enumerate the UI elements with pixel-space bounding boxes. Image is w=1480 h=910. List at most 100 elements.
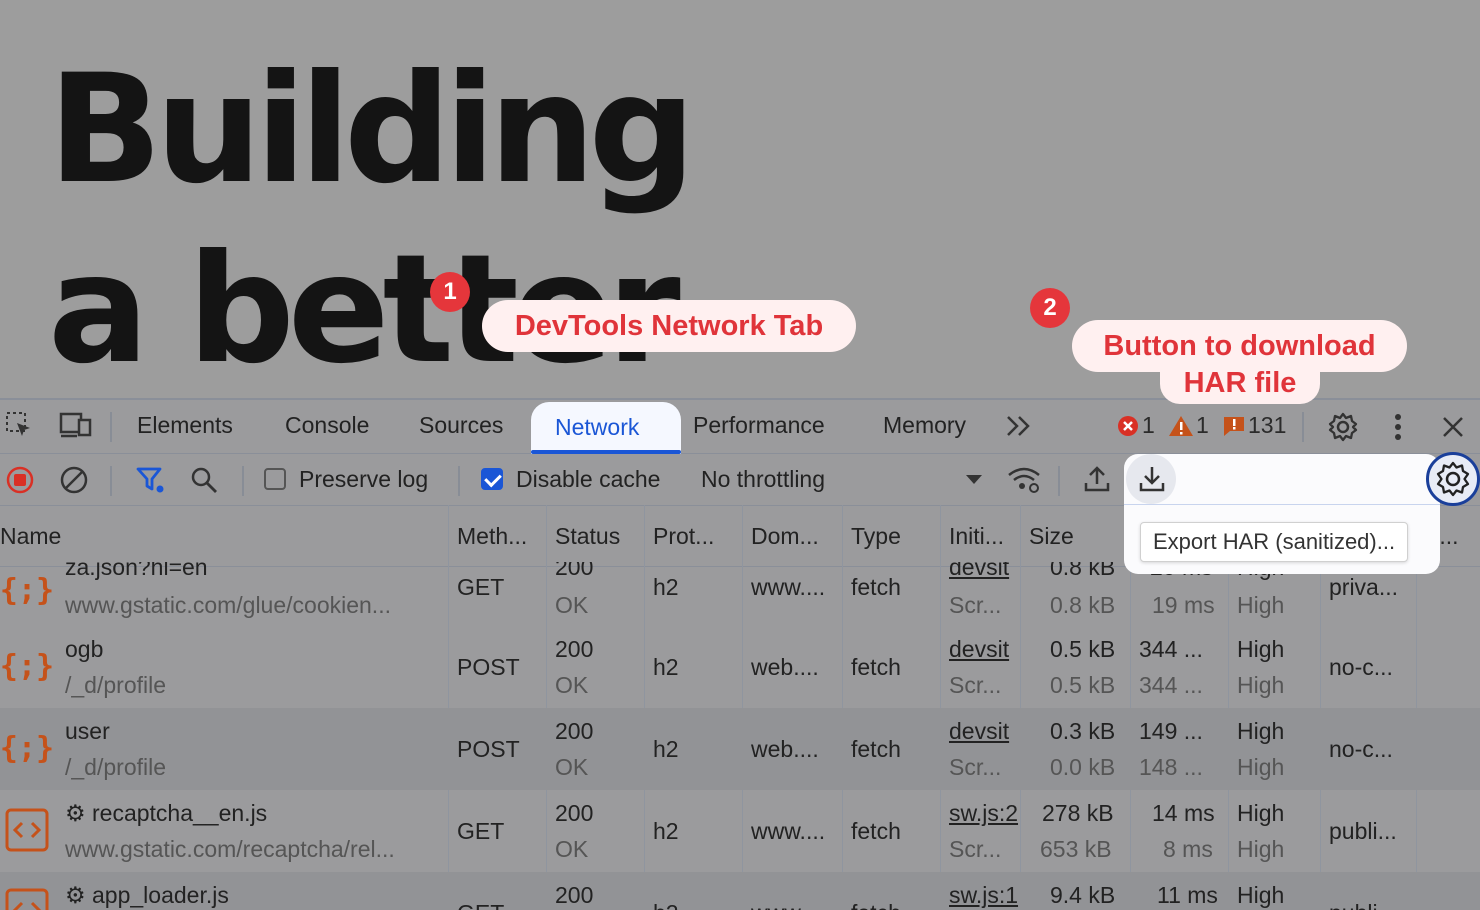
column-header-method[interactable]: Meth... [457,523,527,550]
column-header-domain[interactable]: Dom... [751,523,819,550]
tab-elements[interactable]: Elements [137,412,233,439]
request-time: 344 ... [1139,636,1203,662]
request-path: www.gstatic.com/glue/cookien... [65,592,391,618]
highlight-grid-line [1124,504,1440,505]
tab-console[interactable]: Console [285,412,369,439]
request-method: GET [457,574,505,600]
record-stop-icon[interactable] [4,464,36,496]
table-row[interactable]: ⚙ app_loader.js GET 200 h2 www.... fetch… [0,872,1480,910]
request-size: 0.8 kB [1050,562,1116,580]
request-priority-initial: High [1237,672,1285,698]
request-domain: www.... [751,900,825,910]
import-har-upload-icon[interactable] [1080,462,1114,496]
tab-memory[interactable]: Memory [883,412,966,439]
request-time-latency: 148 ... [1139,754,1203,780]
devtools-tab-bar: Elements Console Sources Network Perform… [0,400,1480,454]
column-header-name[interactable]: Name [0,523,61,550]
request-protocol: h2 [653,736,679,762]
request-protocol: h2 [653,654,679,680]
request-method: GET [457,900,504,910]
request-size: 0.5 kB [1050,636,1116,662]
request-initiator[interactable]: devsit [949,718,1019,745]
device-toolbar-icon[interactable] [58,410,94,440]
request-extra: no-c... [1329,654,1393,680]
json-file-icon: {;} [2,649,52,684]
request-protocol: h2 [653,900,679,910]
error-count[interactable]: 1 [1116,412,1155,439]
settings-gear-icon[interactable] [1326,410,1360,444]
request-size: 0.3 kB [1050,718,1116,744]
request-extra: publi... [1329,818,1397,844]
request-time-latency: 8 ms [1163,836,1213,862]
export-har-download-icon[interactable] [1136,462,1168,496]
request-initiator-sub: Scr... [949,672,1002,698]
column-header-protocol[interactable]: Prot... [653,523,714,550]
request-path: /_d/profile [65,672,167,698]
network-settings-button[interactable] [1426,452,1480,506]
preserve-log-label: Preserve log [299,466,429,492]
request-protocol: h2 [653,574,679,600]
network-settings-gear-icon [1436,461,1470,497]
request-time: 14 ms [1152,800,1215,826]
table-row[interactable]: {;} ogb /_d/profile POST 200 OK h2 web..… [0,626,1480,708]
filter-icon[interactable] [134,464,166,496]
tab-sources[interactable]: Sources [419,412,503,439]
request-domain: web.... [751,654,819,680]
request-extra: priva... [1329,574,1399,600]
search-icon[interactable] [188,464,220,496]
toolbar-divider [110,466,112,496]
request-initiator[interactable]: sw.js:2 [949,800,1019,827]
request-initiator[interactable]: sw.js:1 [949,882,1019,909]
inspect-element-icon[interactable] [4,410,34,440]
request-domain: www.... [751,574,826,600]
request-status-text: OK [555,592,589,618]
request-status-text: OK [555,672,589,698]
request-domain: web.... [751,736,819,762]
request-name: ⚙ recaptcha__en.js [65,800,268,826]
preserve-log-checkbox[interactable] [264,468,286,490]
column-header-type[interactable]: Type [851,523,901,550]
table-row[interactable]: {;} user /_d/profile POST 200 OK h2 web.… [0,708,1480,790]
toolbar-divider [242,466,244,496]
annotation-callout-2-line-2: HAR file [1160,364,1320,404]
request-priority: High [1237,718,1285,744]
close-devtools-icon[interactable] [1438,412,1468,442]
request-name: ⚙ app_loader.js [65,882,229,908]
more-tabs-chevron-icon[interactable] [1004,412,1034,440]
request-size-resource: 653 kB [1040,836,1112,862]
request-initiator-sub: Scr... [949,836,1002,862]
request-method: GET [457,818,505,844]
request-initiator[interactable]: devsit [949,562,1019,581]
chevron-down-icon[interactable] [962,470,986,490]
network-conditions-icon[interactable] [1006,464,1042,496]
request-type: fetch [851,574,901,600]
more-options-kebab-icon[interactable] [1386,410,1410,444]
throttling-select[interactable]: No throttling [701,466,825,493]
clear-log-icon[interactable] [58,464,90,496]
request-size-resource: 0.8 kB [1050,592,1116,618]
request-status: 200 [555,800,594,826]
script-file-icon [5,888,49,910]
request-size-resource: 0.5 kB [1050,672,1116,698]
column-header-initiator[interactable]: Initi... [949,523,1004,550]
issues-count[interactable]: 131 [1222,412,1286,439]
request-priority-initial: High [1237,754,1285,780]
warning-count[interactable]: 1 [1168,412,1209,439]
disable-cache-checkbox[interactable] [481,468,503,490]
request-path: www.gstatic.com/recaptcha/rel... [65,836,395,862]
request-type: fetch [851,900,901,910]
table-row[interactable]: ⚙ recaptcha__en.js www.gstatic.com/recap… [0,790,1480,872]
annotation-badge-2: 2 [1030,288,1070,328]
tab-network[interactable]: Network [531,402,681,454]
svg-text:{;}: {;} [2,573,52,608]
request-status: 200 [555,718,594,744]
column-header-size[interactable]: Size [1029,523,1074,550]
tab-performance[interactable]: Performance [693,412,825,439]
hero-line-1: Building [48,43,696,217]
request-initiator[interactable]: devsit [949,636,1019,663]
tab-bar-divider [110,412,112,442]
column-header-status[interactable]: Status [555,523,620,550]
request-initiator-sub: Scr... [949,592,1002,618]
request-method: POST [457,654,520,680]
request-type: fetch [851,818,901,844]
